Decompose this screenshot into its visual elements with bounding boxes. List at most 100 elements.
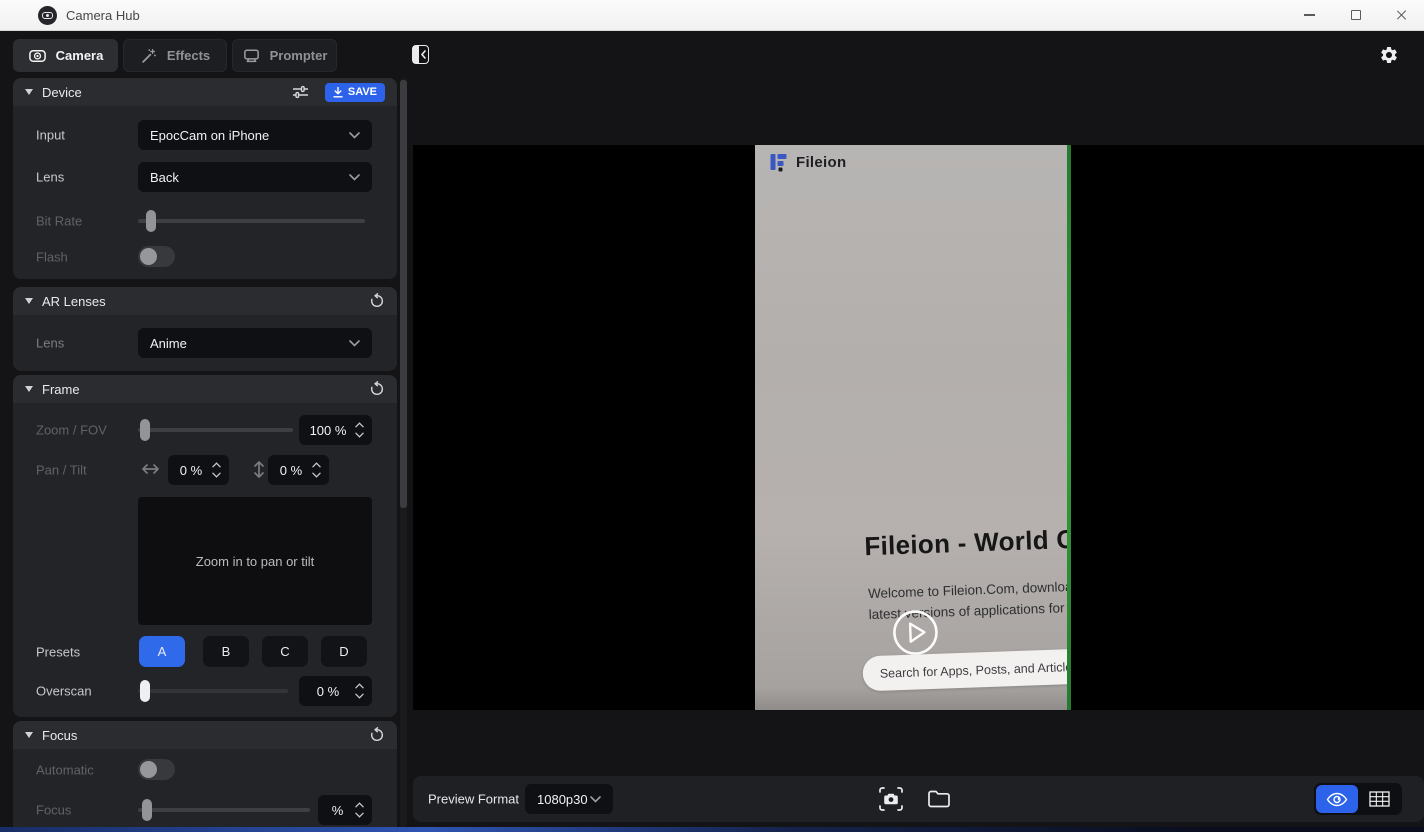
device-section: Device SAVE Inp [13,78,397,279]
chevron-down-icon [349,340,360,347]
tilt-spinner[interactable]: 0 % [268,455,329,485]
chevron-down-icon [349,132,360,139]
input-dropdown[interactable]: EpocCam on iPhone [138,120,372,150]
device-section-header[interactable]: Device SAVE [13,78,397,106]
preview-grid-button[interactable] [1358,785,1400,813]
search-bar: Search for Apps, Posts, and Articles [862,648,1067,691]
frame-section-header[interactable]: Frame [13,375,397,403]
preview-eye-button[interactable] [1316,785,1358,813]
frame-reset-button[interactable] [369,381,385,397]
scrollbar-thumb[interactable] [400,80,407,508]
focus-slider[interactable] [138,799,310,821]
open-folder-button[interactable] [919,783,959,815]
spin-up-icon[interactable] [355,802,364,808]
presets-label: Presets [36,644,80,659]
eye-icon [1326,792,1348,807]
zoom-fov-value: 100 % [304,423,352,438]
settings-button[interactable] [1378,44,1400,66]
chevron-left-icon [420,50,427,59]
zoom-fov-label: Zoom / FOV [36,423,107,438]
bitrate-slider-thumb[interactable] [146,210,156,232]
focus-spinner[interactable]: % [318,795,372,825]
automatic-focus-toggle[interactable] [138,759,175,780]
focus-section-header[interactable]: Focus [13,721,397,749]
preview-format-label: Preview Format [428,792,519,807]
folder-icon [927,789,951,809]
spin-down-icon[interactable] [355,693,364,699]
ar-lenses-section-header[interactable]: AR Lenses [13,287,397,315]
spin-down-icon[interactable] [355,432,364,438]
snapshot-button[interactable] [871,783,911,815]
sidebar-scrollbar[interactable] [400,78,407,832]
device-lens-dropdown-value: Back [150,170,179,185]
tab-effects[interactable]: Effects [123,39,227,72]
pan-spinner[interactable]: 0 % [168,455,229,485]
collapse-triangle-icon [25,89,33,95]
preview-format-dropdown[interactable]: 1080p30 [525,784,613,814]
collapse-sidebar-button[interactable] [412,45,429,64]
preset-c-button[interactable]: C [262,636,308,667]
tab-prompter[interactable]: Prompter [232,39,337,72]
ar-lenses-reset-button[interactable] [369,293,385,309]
close-icon [1396,9,1408,21]
phone-screen-capture: Fileion Fileion - World C Welcome to Fil… [755,145,1067,710]
download-icon [333,87,343,98]
close-button[interactable] [1379,0,1424,30]
tab-camera[interactable]: Camera [13,39,118,72]
device-section-title: Device [42,85,82,100]
snapshot-camera-icon [876,784,906,814]
ar-lens-dropdown-value: Anime [150,336,187,351]
pan-value: 0 % [173,463,209,478]
title-bar: Camera Hub [0,0,1424,31]
collapse-triangle-icon [25,732,33,738]
zoom-fov-slider[interactable] [138,419,293,441]
magic-wand-icon [140,47,158,65]
tilt-value: 0 % [273,463,309,478]
tilt-arrow-icon [253,459,265,480]
focus-value: % [323,803,352,818]
spin-up-icon[interactable] [212,462,221,468]
preset-d-button[interactable]: D [321,636,367,667]
flash-toggle[interactable] [138,246,175,267]
input-dropdown-value: EpocCam on iPhone [150,128,269,143]
device-filter-button[interactable] [292,85,309,99]
app-logo-icon [38,6,57,25]
bitrate-slider[interactable] [138,210,365,232]
tab-prompter-label: Prompter [270,48,328,63]
window-title: Camera Hub [66,8,140,23]
panel-collapse-icon [413,46,419,63]
spin-up-icon[interactable] [355,422,364,428]
camera-hub-window: Camera Hub Camera Effects Prompter [0,0,1424,832]
overscan-spinner[interactable]: 0 % [299,676,372,706]
reset-icon [369,727,385,743]
spin-down-icon[interactable] [212,472,221,478]
zoom-fov-slider-thumb[interactable] [140,419,150,441]
save-button[interactable]: SAVE [325,83,385,102]
maximize-button[interactable] [1333,0,1378,30]
zoom-fov-spinner[interactable]: 100 % [299,415,372,445]
overscan-slider-thumb[interactable] [140,680,150,702]
tab-effects-label: Effects [167,48,210,63]
fileion-brand-name: Fileion [796,154,846,171]
overscan-label: Overscan [36,684,92,699]
preset-a-label: A [158,644,167,659]
spin-up-icon[interactable] [312,462,321,468]
tab-camera-label: Camera [56,48,104,63]
focus-reset-button[interactable] [369,727,385,743]
spin-up-icon[interactable] [355,683,364,689]
preset-b-button[interactable]: B [203,636,249,667]
spin-down-icon[interactable] [355,812,364,818]
ar-lenses-section: AR Lenses Lens Anime [13,287,397,371]
ar-lens-dropdown[interactable]: Anime [138,328,372,358]
device-lens-dropdown[interactable]: Back [138,162,372,192]
pan-tilt-area[interactable]: Zoom in to pan or tilt [138,497,372,625]
reset-icon [369,293,385,309]
preset-a-button[interactable]: A [139,636,185,667]
minimize-button[interactable] [1287,0,1332,30]
overscan-slider[interactable] [138,680,288,702]
teleprompter-icon [242,46,261,65]
fileion-logo-icon [769,152,789,172]
screen-edge-artifact [1067,145,1071,710]
focus-slider-thumb[interactable] [142,799,152,821]
spin-down-icon[interactable] [312,472,321,478]
